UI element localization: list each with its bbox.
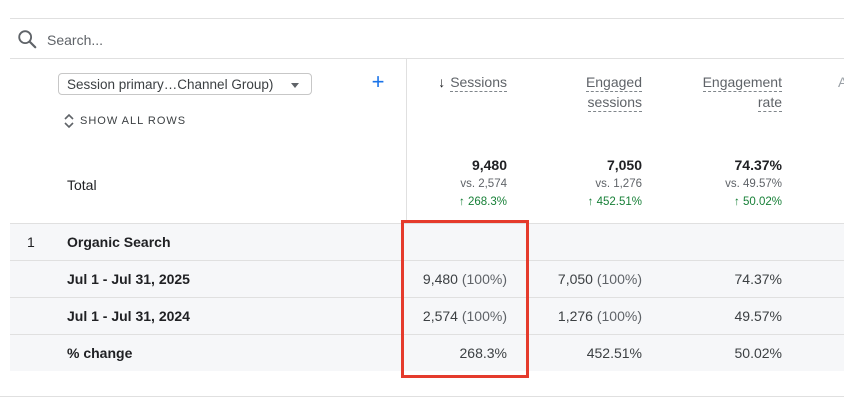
column-header-sessions-label: Sessions (450, 74, 507, 92)
dimension-dropdown-value: Session primary…Channel Group) (67, 77, 274, 92)
cell-engagement-rate: 74.37% (735, 271, 782, 287)
cell-engaged-sessions: 1,276 (100%) (558, 308, 642, 324)
column-header-overflow-indicator: A (838, 74, 844, 90)
cell-value: 7,050 (557, 271, 593, 287)
cell-value: 49.57% (734, 308, 782, 324)
total-sessions-value: 9,480 (471, 157, 507, 173)
total-sessions-vs: vs. 2,574 (460, 178, 507, 190)
total-engaged-sessions: 7,050 vs. 1,276 ↑ 452.51% (588, 157, 642, 208)
column-divider (406, 58, 407, 224)
add-dimension-button[interactable]: + (369, 71, 387, 95)
sort-descending-icon[interactable]: ↓ (438, 72, 445, 92)
total-engaged-change: ↑ 452.51% (587, 196, 642, 208)
cell-engaged-sessions: 452.51% (587, 345, 642, 361)
cell-value: 50.02% (734, 345, 782, 361)
total-engaged-change-value: 452.51% (596, 196, 642, 208)
row-label[interactable]: Organic Search (67, 234, 171, 250)
row-index: 1 (27, 234, 35, 250)
total-sessions-change-value: 268.3% (467, 196, 507, 208)
total-rate-vs: vs. 49.57% (725, 178, 782, 190)
total-sessions-change: ↑ 268.3% (459, 196, 507, 208)
total-rate-change: ↑ 50.02% (734, 196, 782, 208)
total-sessions: 9,480 vs. 2,574 ↑ 268.3% (459, 157, 507, 208)
total-engaged-value: 7,050 (606, 157, 642, 173)
cell-engagement-rate: 50.02% (735, 345, 782, 361)
row-label: Jul 1 - Jul 31, 2025 (67, 271, 190, 287)
cell-engaged-sessions: 7,050 (100%) (558, 271, 642, 287)
dropdown-caret-icon (291, 83, 299, 88)
cell-percent: (100%) (596, 308, 642, 324)
highlight-annotation-box (401, 220, 529, 378)
search-divider (10, 58, 844, 59)
total-rate-value: 74.37% (734, 157, 782, 173)
search-icon[interactable] (16, 28, 38, 50)
cell-value: 74.37% (734, 271, 782, 287)
row-label: Jul 1 - Jul 31, 2024 (67, 308, 190, 324)
total-engaged-vs: vs. 1,276 (595, 178, 642, 190)
column-header-rate-line1: Engagement (702, 74, 782, 92)
column-header-engaged-line1: Engaged (585, 74, 642, 92)
expand-collapse-icon (64, 113, 74, 129)
show-all-rows-label: SHOW ALL ROWS (80, 115, 187, 127)
column-header-rate-line2: rate (757, 94, 782, 112)
column-header-engaged-line2: sessions (587, 94, 642, 112)
total-label: Total (67, 177, 97, 193)
column-header-sessions[interactable]: ↓ Sessions (438, 72, 507, 92)
total-engagement-rate: 74.37% vs. 49.57% ↑ 50.02% (725, 157, 782, 208)
cell-engagement-rate: 49.57% (735, 308, 782, 324)
row-label: % change (67, 345, 133, 361)
cell-value: 452.51% (586, 345, 642, 361)
dimension-dropdown[interactable]: Session primary…Channel Group) (58, 73, 312, 95)
total-rate-change-value: 50.02% (742, 196, 782, 208)
cell-value: 1,276 (557, 308, 593, 324)
bottom-divider (0, 396, 844, 397)
column-header-engagement-rate[interactable]: Engagement rate (702, 72, 782, 112)
column-header-engaged-sessions[interactable]: Engaged sessions (585, 72, 642, 112)
search-input[interactable] (47, 30, 447, 50)
cell-percent: (100%) (596, 271, 642, 287)
show-all-rows-toggle[interactable]: SHOW ALL ROWS (64, 112, 186, 130)
top-divider (10, 18, 844, 19)
